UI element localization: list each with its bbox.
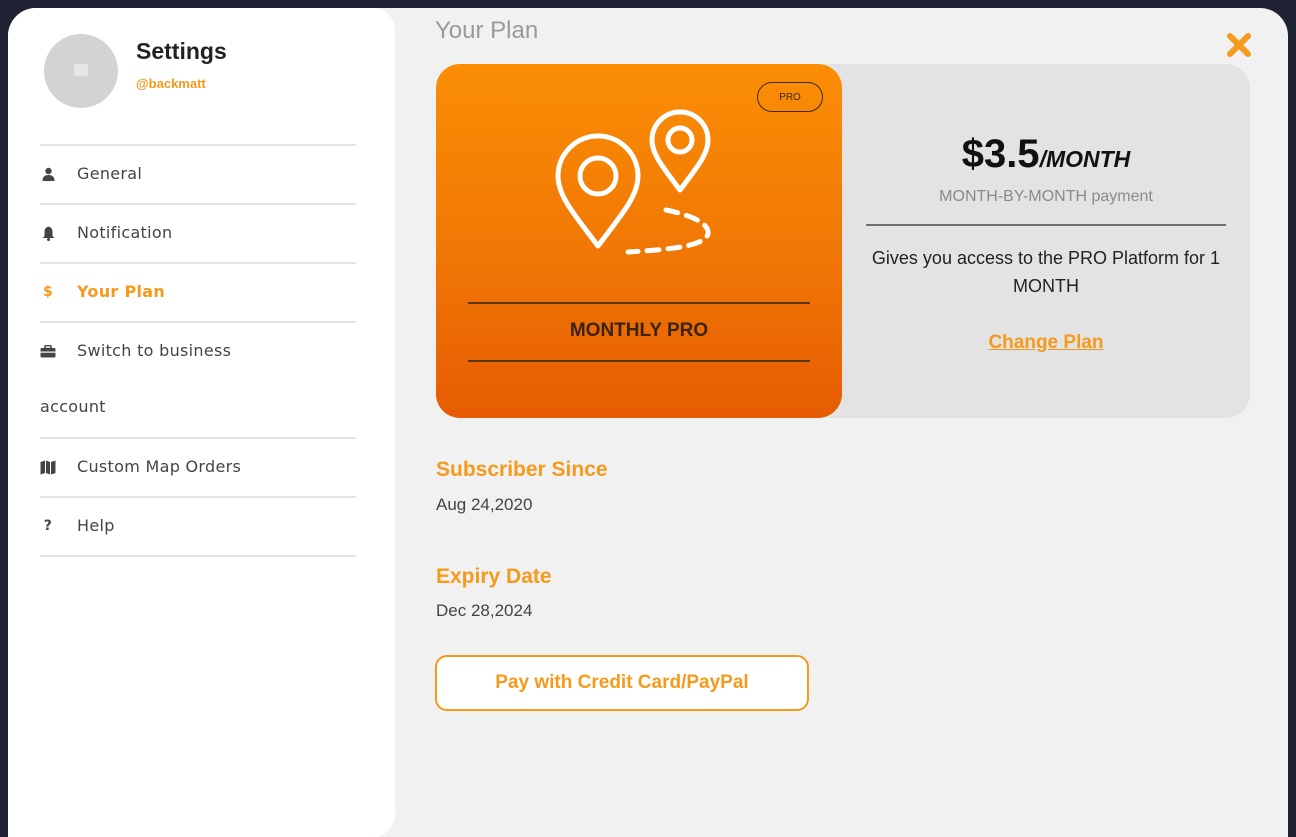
sidebar-item-label: General: [77, 164, 143, 183]
plan-description: Gives you access to the PRO Platform for…: [871, 248, 1221, 296]
divider: [866, 224, 1226, 226]
sidebar-item-label-continued: account: [40, 397, 106, 416]
avatar-placeholder-icon: [74, 64, 88, 76]
settings-menu: General Notification $ Your Plan Switch …: [40, 144, 356, 557]
briefcase-icon: [40, 342, 56, 360]
expiry-date-label: Expiry Date: [436, 565, 552, 588]
divider: [468, 360, 810, 362]
map-icon: [40, 458, 56, 476]
sidebar-item-notification[interactable]: Notification: [40, 203, 356, 262]
avatar[interactable]: [44, 34, 118, 108]
sidebar-item-label: Custom Map Orders: [77, 457, 242, 476]
divider: [468, 302, 810, 304]
user-icon: [40, 165, 56, 183]
expiry-date-value: Dec 28,2024: [436, 601, 533, 620]
settings-modal: Settings @backmatt General Notification …: [8, 8, 1288, 837]
sidebar-item-label: Help: [77, 516, 115, 535]
page-title: Your Plan: [435, 17, 539, 44]
question-icon: ?: [43, 518, 53, 534]
sidebar-item-switch-business[interactable]: Switch to business account: [40, 321, 356, 437]
plan-name: MONTHLY PRO: [569, 320, 709, 341]
plan-details: $3.5/MONTH MONTH-BY-MONTH payment Gives …: [842, 64, 1250, 418]
dollar-icon: $: [42, 284, 54, 300]
close-button[interactable]: [1224, 30, 1254, 60]
sidebar-item-help[interactable]: ? Help: [40, 496, 356, 557]
settings-sidebar: Settings @backmatt General Notification …: [8, 8, 395, 837]
sidebar-item-label: Switch to business: [77, 341, 232, 360]
settings-title: Settings: [136, 38, 227, 64]
sidebar-item-label: Your Plan: [77, 282, 166, 301]
subscriber-since-label: Subscriber Since: [436, 458, 608, 481]
window-corner-left: [0, 0, 8, 8]
sidebar-item-label: Notification: [77, 223, 173, 242]
price-period: /MONTH: [1039, 146, 1131, 172]
pro-badge: PRO: [757, 82, 823, 112]
sidebar-item-general[interactable]: General: [40, 144, 356, 203]
plan-card: PRO MONTHLY PRO $3.5/MONTH MONTH-BY-MONT…: [436, 64, 1250, 418]
close-icon: [1227, 33, 1251, 57]
subscriber-since-value: Aug 24,2020: [436, 495, 533, 514]
pay-button[interactable]: Pay with Credit Card/PayPal: [435, 655, 809, 711]
price-amount: $3.5: [961, 132, 1040, 176]
plan-card-banner: PRO MONTHLY PRO: [436, 64, 842, 418]
sidebar-item-your-plan[interactable]: $ Your Plan: [40, 262, 356, 321]
bell-icon: [40, 224, 56, 242]
location-pins-icon: [555, 109, 711, 255]
window-corner-right: [1288, 0, 1296, 8]
price: $3.5/MONTH: [866, 132, 1226, 177]
username: @backmatt: [136, 76, 206, 91]
change-plan-link[interactable]: Change Plan: [866, 332, 1226, 354]
sidebar-item-custom-map-orders[interactable]: Custom Map Orders: [40, 437, 356, 496]
payment-type: MONTH-BY-MONTH payment: [939, 188, 1153, 205]
